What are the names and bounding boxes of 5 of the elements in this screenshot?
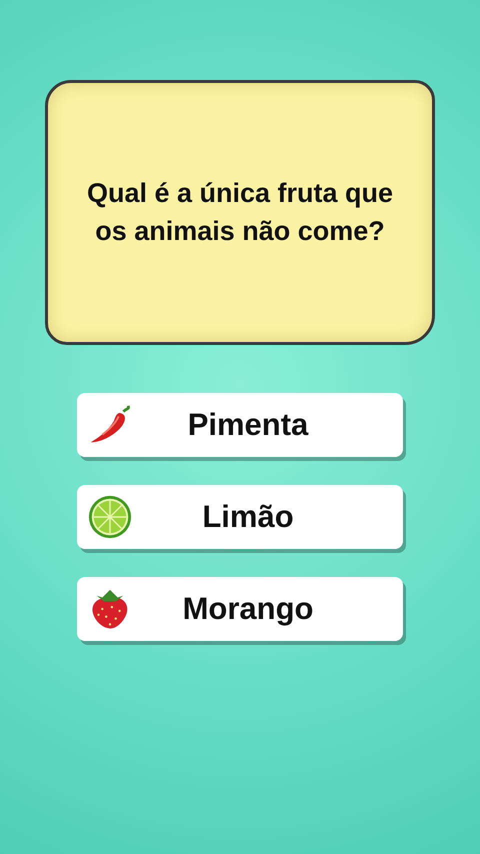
answer-button[interactable]: Limão xyxy=(77,485,403,549)
answer-button[interactable]: Pimenta xyxy=(77,393,403,457)
answer-button[interactable]: Morango xyxy=(77,577,403,641)
lime-slice-icon xyxy=(87,494,133,540)
question-text: Qual é a única fruta que os animais não come? xyxy=(86,176,394,248)
